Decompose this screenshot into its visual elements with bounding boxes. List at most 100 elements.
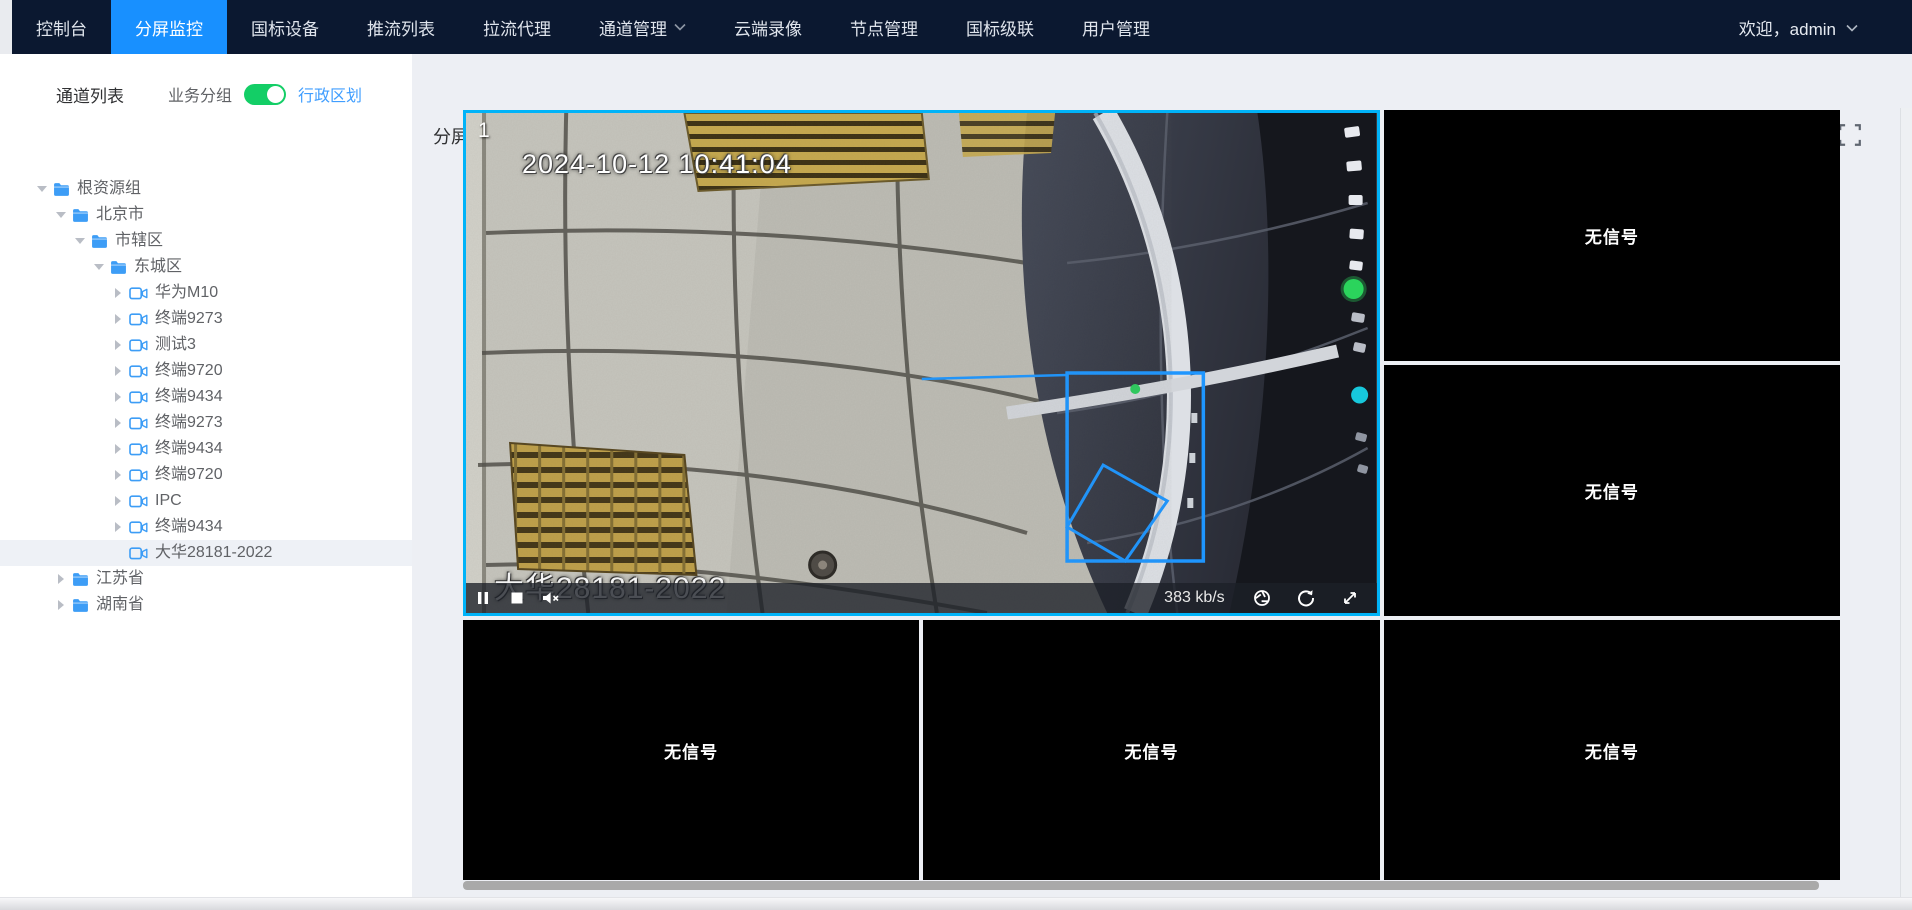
node-type-icon — [129, 521, 148, 534]
nav-item[interactable]: 节点管理 — [826, 0, 942, 54]
nav-item[interactable]: 国标设备 — [227, 0, 343, 54]
tree-node[interactable]: 终端9434 — [0, 514, 412, 540]
player-right-controls: 383 kb/s — [1164, 583, 1376, 613]
tree-node[interactable]: 大华28181-2022 — [0, 540, 412, 566]
caret-icon[interactable] — [91, 262, 107, 272]
tree-node-label: 终端9273 — [155, 410, 223, 436]
video-panel-4[interactable]: 无信号 — [463, 620, 919, 880]
tree-node[interactable]: 市辖区 — [0, 228, 412, 254]
pause-button[interactable] — [466, 583, 500, 613]
nav-item[interactable]: 拉流代理 — [459, 0, 575, 54]
caret-icon[interactable] — [110, 340, 126, 350]
caret-icon[interactable] — [72, 236, 88, 246]
page-vertical-scrollbar[interactable] — [1900, 108, 1912, 910]
video-panel-1[interactable]: 1 2024-10-12 10:41:04 大华28181-2022 383 k… — [463, 110, 1380, 616]
chevron-down-icon — [1846, 17, 1858, 37]
node-type-icon — [129, 495, 148, 508]
caret-icon[interactable] — [34, 184, 50, 194]
nav-item[interactable]: 通道管理 — [575, 0, 710, 54]
tree-node[interactable]: 江苏省 — [0, 566, 412, 592]
page-horizontal-scrollbar[interactable] — [0, 897, 1912, 910]
video-timestamp-osd: 2024-10-12 10:41:04 — [522, 149, 792, 180]
group-mode-toggle[interactable] — [244, 84, 286, 105]
tree-node[interactable]: 终端9720 — [0, 358, 412, 384]
tree-node-label: IPC — [155, 488, 182, 514]
caret-icon[interactable] — [110, 392, 126, 402]
caret-icon[interactable] — [110, 496, 126, 506]
nav-item-label: 通道管理 — [599, 15, 667, 40]
nav-item-label: 分屏监控 — [135, 15, 203, 40]
tree-node-label: 终端9434 — [155, 436, 223, 462]
channel-sidebar: 通道列表 业务分组 行政区划 根资源组 北京市 市辖区 东城区 华为M10 终端… — [0, 54, 412, 910]
panel-fullscreen-button[interactable] — [1333, 583, 1367, 613]
video-panel-6[interactable]: 无信号 — [1384, 620, 1840, 880]
stop-button[interactable] — [500, 583, 534, 613]
nav-item[interactable]: 推流列表 — [343, 0, 459, 54]
tree-node[interactable]: 终端9434 — [0, 436, 412, 462]
nav-item[interactable]: 控制台 — [12, 0, 111, 54]
nav-item[interactable]: 云端录像 — [710, 0, 826, 54]
video-panel-5[interactable]: 无信号 — [923, 620, 1379, 880]
user-menu[interactable]: 欢迎，admin — [1739, 0, 1912, 54]
caret-icon[interactable] — [110, 444, 126, 454]
tree-node[interactable]: 测试3 — [0, 332, 412, 358]
nav-spacer — [1174, 0, 1739, 54]
tree-node[interactable]: 华为M10 — [0, 280, 412, 306]
caret-icon[interactable] — [53, 210, 69, 220]
node-type-icon — [129, 365, 148, 378]
nav-item-label: 推流列表 — [367, 15, 435, 40]
caret-icon[interactable] — [110, 314, 126, 324]
mute-button[interactable] — [534, 583, 568, 613]
nav-item[interactable]: 用户管理 — [1058, 0, 1174, 54]
caret-icon[interactable] — [110, 548, 126, 558]
no-signal-label: 无信号 — [664, 738, 718, 763]
node-type-icon — [129, 339, 148, 352]
tree-node[interactable]: 湖南省 — [0, 592, 412, 618]
nav-items: 控制台 分屏监控 国标设备 推流列表 拉流代理 通道管理 云端录像 节点管理 国… — [12, 0, 1174, 54]
snapshot-shutter-button[interactable] — [1245, 583, 1279, 613]
business-group-label: 业务分组 — [168, 82, 232, 106]
sidebar-title: 通道列表 — [56, 82, 124, 107]
tree-node[interactable]: 东城区 — [0, 254, 412, 280]
caret-icon[interactable] — [110, 288, 126, 298]
video-panel-3[interactable]: 无信号 — [1384, 365, 1840, 616]
tree-node[interactable]: 终端9720 — [0, 462, 412, 488]
player-control-bar: 383 kb/s — [466, 583, 1377, 613]
node-type-icon — [53, 182, 70, 197]
tree-node-label: 终端9434 — [155, 384, 223, 410]
node-type-icon — [129, 469, 148, 482]
nav-item[interactable]: 国标级联 — [942, 0, 1058, 54]
caret-icon[interactable] — [53, 574, 69, 584]
tree-node-label: 测试3 — [155, 332, 196, 358]
no-signal-label: 无信号 — [1585, 223, 1639, 248]
tree-node[interactable]: 根资源组 — [0, 176, 412, 202]
refresh-button[interactable] — [1289, 583, 1323, 613]
tree-node[interactable]: 终端9273 — [0, 410, 412, 436]
tree-node-label: 市辖区 — [115, 228, 163, 254]
nav-item[interactable]: 分屏监控 — [111, 0, 227, 54]
tree-node-label: 终端9273 — [155, 306, 223, 332]
grid-fullscreen-button[interactable] — [1838, 124, 1862, 148]
caret-icon[interactable] — [110, 470, 126, 480]
nav-item-label: 拉流代理 — [483, 15, 551, 40]
tree-node[interactable]: 终端9273 — [0, 306, 412, 332]
panel-number-badge: 1 — [478, 119, 490, 143]
node-type-icon — [129, 313, 148, 326]
caret-icon[interactable] — [110, 366, 126, 376]
caret-icon[interactable] — [53, 600, 69, 610]
tree-node-label: 江苏省 — [96, 566, 144, 592]
tree-node-label: 湖南省 — [96, 592, 144, 618]
user-menu-label: 欢迎，admin — [1739, 15, 1836, 40]
node-type-icon — [129, 287, 148, 300]
caret-icon[interactable] — [110, 522, 126, 532]
tree-node[interactable]: 终端9434 — [0, 384, 412, 410]
tree-node[interactable]: IPC — [0, 488, 412, 514]
node-type-icon — [91, 234, 108, 249]
nav-item-label: 国标级联 — [966, 15, 1034, 40]
caret-icon[interactable] — [110, 418, 126, 428]
admin-region-link[interactable]: 行政区划 — [298, 82, 362, 106]
video-panel-2[interactable]: 无信号 — [1384, 110, 1840, 361]
grid-horizontal-scrollbar[interactable] — [463, 881, 1819, 890]
channel-tree: 根资源组 北京市 市辖区 东城区 华为M10 终端9273 测试3 终端9720… — [0, 176, 412, 618]
tree-node[interactable]: 北京市 — [0, 202, 412, 228]
